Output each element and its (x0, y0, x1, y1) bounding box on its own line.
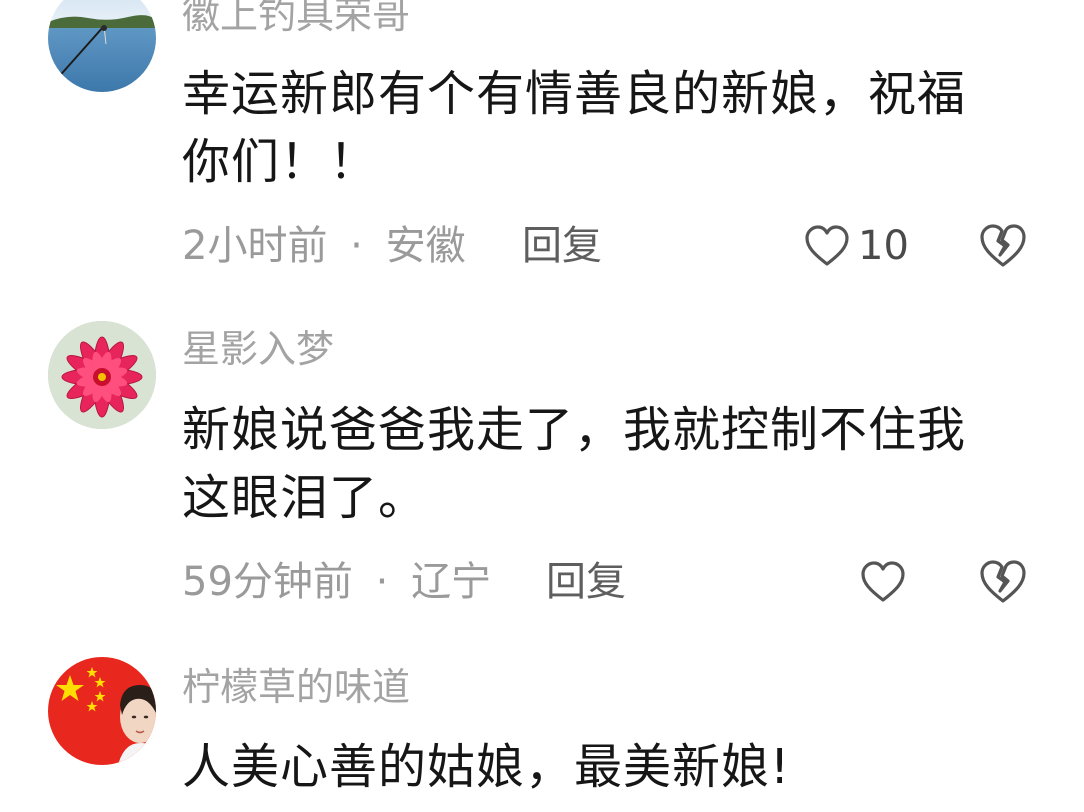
like-button[interactable] (860, 557, 914, 607)
lake-fishing-rod-avatar-icon (48, 0, 156, 92)
reply-button[interactable]: 回复 (522, 221, 602, 271)
comment-meta: 2小时前 · 安徽 (182, 221, 466, 271)
reply-button[interactable]: 回复 (546, 557, 626, 607)
username[interactable]: 徽上钓具荣哥 (182, 0, 410, 38)
comment-time: 2小时前 (182, 223, 328, 269)
dislike-button[interactable] (978, 221, 1028, 271)
comment-meta: 59分钟前 · 辽宁 (182, 557, 491, 607)
avatar[interactable] (48, 0, 156, 92)
comment-location: 安徽 (385, 223, 466, 269)
meta-separator: · (375, 559, 389, 605)
comment-text: 新娘说爸爸我走了，我就控制不住我这眼泪了。 (182, 402, 967, 526)
comment-text: 幸运新郎有个有情善良的新娘，祝福你们！！ (182, 66, 967, 190)
avatar[interactable] (48, 657, 156, 765)
heart-outline-icon (805, 225, 849, 266)
meta-separator: · (350, 223, 363, 269)
broken-heart-icon (980, 560, 1026, 603)
heart-outline-icon (861, 561, 905, 602)
username[interactable]: 星影入梦 (182, 326, 334, 372)
comment-text: 人美心善的姑娘，最美新娘! (182, 739, 791, 795)
broken-heart-icon (980, 224, 1026, 267)
red-flower-avatar-icon (48, 321, 156, 429)
like-button[interactable]: 10 (804, 221, 909, 271)
comment-time: 59分钟前 (182, 559, 353, 605)
comment-location: 辽宁 (411, 559, 492, 605)
china-flag-portrait-avatar-icon (48, 657, 156, 765)
username[interactable]: 柠檬草的味道 (182, 664, 410, 710)
avatar[interactable] (48, 321, 156, 429)
like-count: 10 (858, 223, 909, 269)
dislike-button[interactable] (978, 557, 1028, 607)
